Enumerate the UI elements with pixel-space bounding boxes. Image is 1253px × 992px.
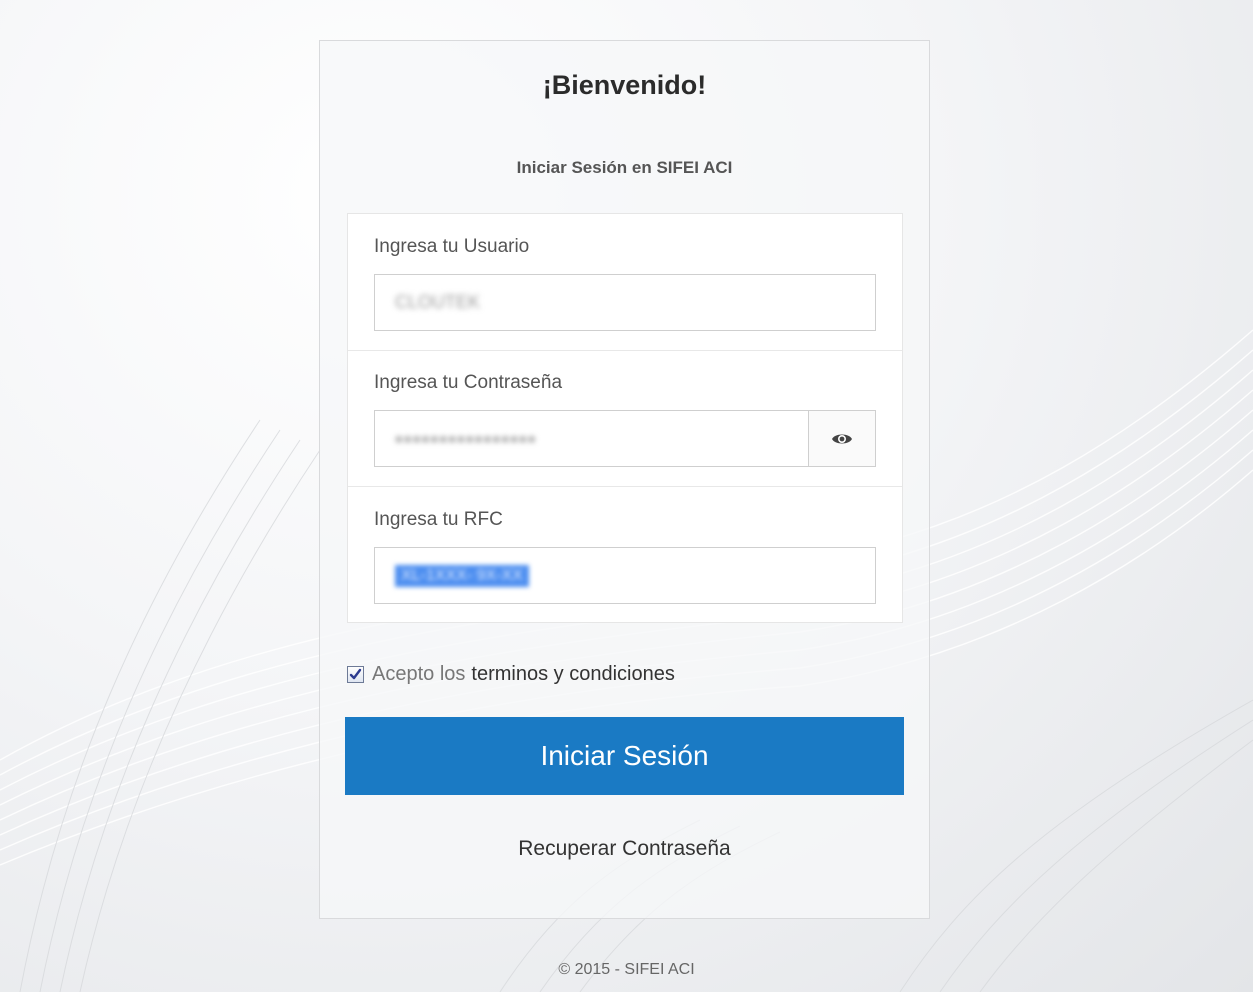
welcome-title: ¡Bienvenido! <box>542 70 707 100</box>
footer-copyright: © 2015 - SIFEI ACI <box>558 961 695 978</box>
login-card: ¡Bienvenido! Iniciar Sesión en SIFEI ACI… <box>319 40 930 919</box>
password-label: Ingresa tu Contraseña <box>374 372 563 393</box>
rfc-input-value: XL-1XXX- 9X-XX <box>395 564 529 587</box>
check-icon <box>349 668 362 680</box>
login-subtitle: Iniciar Sesión en SIFEI ACI <box>516 158 733 177</box>
terms-checkbox[interactable] <box>347 666 364 683</box>
user-input-value: CLOUTEK <box>395 292 481 312</box>
rfc-label: Ingresa tu RFC <box>374 509 503 530</box>
user-input[interactable]: CLOUTEK <box>374 274 876 331</box>
user-field-group: Ingresa tu Usuario CLOUTEK <box>348 214 902 351</box>
password-input[interactable]: ●●●●●●●●●●●●●●●● <box>374 410 809 467</box>
rfc-field-group: Ingresa tu RFC XL-1XXX- 9X-XX <box>348 487 902 624</box>
show-password-button[interactable] <box>808 410 876 467</box>
password-field-group: Ingresa tu Contraseña ●●●●●●●●●●●●●●●● <box>348 350 902 487</box>
terms-row: Acepto los terminos y condiciones <box>347 663 675 686</box>
login-button[interactable]: Iniciar Sesión <box>345 717 904 795</box>
terms-link[interactable]: terminos y condiciones <box>471 663 674 686</box>
terms-prefix: Acepto los <box>372 663 466 685</box>
eye-icon <box>832 434 852 443</box>
rfc-input[interactable]: XL-1XXX- 9X-XX <box>374 547 876 604</box>
user-label: Ingresa tu Usuario <box>374 236 530 257</box>
password-input-value: ●●●●●●●●●●●●●●●● <box>395 431 537 446</box>
login-form-panel: Ingresa tu Usuario CLOUTEK Ingresa tu Co… <box>347 213 903 623</box>
recover-password-link[interactable]: Recuperar Contraseña <box>320 837 929 861</box>
